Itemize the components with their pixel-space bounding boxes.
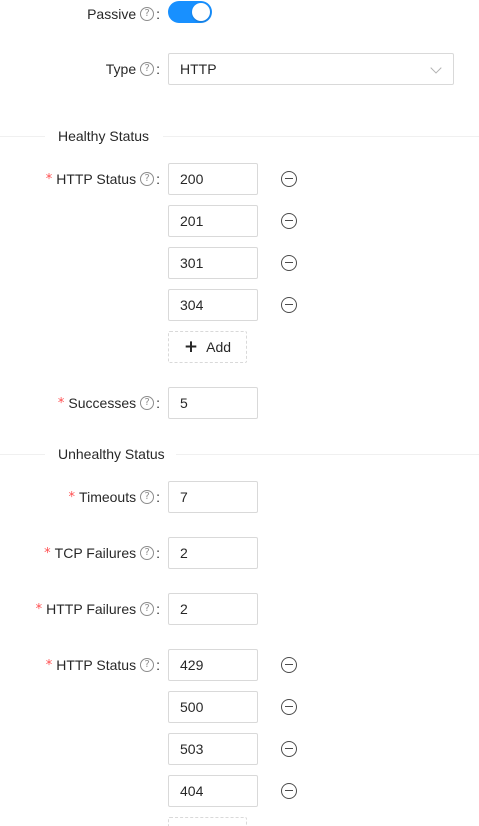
- successes-row: * Successes ? : 5: [0, 387, 479, 419]
- colon: :: [156, 171, 160, 187]
- tcp-failures-label: TCP Failures: [54, 545, 137, 561]
- healthy-http-status-row-3: 304: [0, 289, 479, 321]
- healthy-http-status-label: HTTP Status: [56, 171, 137, 187]
- unhealthy-status-input[interactable]: 404: [168, 775, 258, 807]
- add-healthy-status-button[interactable]: + Add: [168, 331, 247, 363]
- type-label-group: Type ? :: [106, 53, 160, 85]
- successes-label-group: * Successes ? :: [58, 387, 160, 419]
- healthy-status-input[interactable]: 200: [168, 163, 258, 195]
- required-mark: *: [57, 395, 65, 411]
- remove-circle-icon[interactable]: [281, 171, 297, 187]
- unhealthy-http-status-label: HTTP Status: [56, 657, 137, 673]
- remove-circle-icon[interactable]: [281, 741, 297, 757]
- timeouts-row: * Timeouts ? : 7: [0, 481, 479, 513]
- help-icon[interactable]: ?: [140, 490, 155, 504]
- unhealthy-status-title: Unhealthy Status: [58, 446, 165, 462]
- divider-line: [176, 454, 479, 455]
- unhealthy-http-status-row-3: 404: [0, 775, 479, 807]
- add-unhealthy-status-button[interactable]: [168, 817, 247, 826]
- healthy-status-input[interactable]: 301: [168, 247, 258, 279]
- healthy-http-status-row-2: 301: [0, 247, 479, 279]
- http-failures-row: * HTTP Failures ? : 2: [0, 593, 479, 625]
- help-icon[interactable]: ?: [140, 62, 155, 76]
- colon: :: [156, 545, 160, 561]
- chevron-down-icon: [430, 62, 442, 74]
- colon: :: [156, 395, 160, 411]
- plus-icon: +: [183, 336, 199, 357]
- http-failures-input[interactable]: 2: [168, 593, 258, 625]
- healthy-http-status-label-group: * HTTP Status ? :: [46, 163, 160, 195]
- healthy-add-row: + Add: [0, 331, 479, 363]
- tcp-failures-row: * TCP Failures ? : 2: [0, 537, 479, 569]
- type-label: Type: [105, 61, 137, 77]
- divider-line: [163, 136, 479, 137]
- type-select-value: HTTP: [180, 61, 217, 77]
- unhealthy-http-status-label-group: * HTTP Status ? :: [46, 649, 160, 681]
- required-mark: *: [44, 545, 51, 561]
- help-icon[interactable]: ?: [140, 658, 155, 672]
- unhealthy-status-input[interactable]: 429: [168, 649, 258, 681]
- colon: :: [156, 6, 160, 22]
- help-icon[interactable]: ?: [140, 546, 155, 560]
- remove-circle-icon[interactable]: [281, 699, 297, 715]
- healthy-status-title: Healthy Status: [58, 128, 150, 144]
- remove-circle-icon[interactable]: [281, 783, 297, 799]
- timeouts-label-group: * Timeouts ? :: [69, 481, 160, 513]
- divider-line: [0, 454, 45, 455]
- http-failures-label-group: * HTTP Failures ? :: [36, 593, 160, 625]
- unhealthy-http-status-row-0: * HTTP Status ? : 429: [0, 649, 479, 681]
- help-icon[interactable]: ?: [140, 7, 155, 21]
- healthy-status-input[interactable]: 304: [168, 289, 258, 321]
- unhealthy-add-row: [0, 817, 479, 826]
- successes-input[interactable]: 5: [168, 387, 258, 419]
- remove-circle-icon[interactable]: [281, 297, 297, 313]
- unhealthy-status-divider: Unhealthy Status: [0, 443, 479, 465]
- healthy-status-input[interactable]: 201: [168, 205, 258, 237]
- timeouts-input[interactable]: 7: [168, 481, 258, 513]
- required-mark: *: [45, 657, 53, 673]
- health-check-form: Passive ? : Type ? : HTTP Healthy Status…: [0, 0, 479, 826]
- required-mark: *: [68, 489, 76, 505]
- type-row: Type ? : HTTP: [0, 53, 479, 85]
- remove-circle-icon[interactable]: [281, 213, 297, 229]
- unhealthy-http-status-row-1: 500: [0, 691, 479, 723]
- tcp-failures-input[interactable]: 2: [168, 537, 258, 569]
- remove-circle-icon[interactable]: [281, 657, 297, 673]
- help-icon[interactable]: ?: [140, 172, 155, 186]
- unhealthy-status-input[interactable]: 503: [168, 733, 258, 765]
- colon: :: [156, 489, 160, 505]
- successes-label: Successes: [68, 395, 137, 411]
- divider-line: [0, 136, 45, 137]
- help-icon[interactable]: ?: [140, 602, 155, 616]
- remove-circle-icon[interactable]: [281, 255, 297, 271]
- healthy-http-status-row-1: 201: [0, 205, 479, 237]
- timeouts-label: Timeouts: [79, 489, 137, 505]
- healthy-status-divider: Healthy Status: [0, 125, 479, 147]
- tcp-failures-label-group: * TCP Failures ? :: [44, 537, 160, 569]
- passive-label: Passive: [87, 6, 137, 22]
- unhealthy-status-input[interactable]: 500: [168, 691, 258, 723]
- add-button-label: Add: [206, 339, 232, 355]
- help-icon[interactable]: ?: [140, 396, 155, 410]
- type-select[interactable]: HTTP: [168, 53, 454, 85]
- colon: :: [156, 61, 160, 77]
- colon: :: [156, 657, 160, 673]
- colon: :: [156, 601, 160, 617]
- passive-label-group: Passive ? :: [87, 0, 160, 30]
- passive-row: Passive ? :: [0, 0, 479, 30]
- unhealthy-http-status-row-2: 503: [0, 733, 479, 765]
- required-mark: *: [45, 171, 53, 187]
- switch-knob: [192, 3, 210, 21]
- healthy-http-status-row-0: * HTTP Status ? : 200: [0, 163, 479, 195]
- http-failures-label: HTTP Failures: [46, 601, 137, 617]
- required-mark: *: [35, 601, 43, 617]
- passive-switch[interactable]: [168, 1, 212, 23]
